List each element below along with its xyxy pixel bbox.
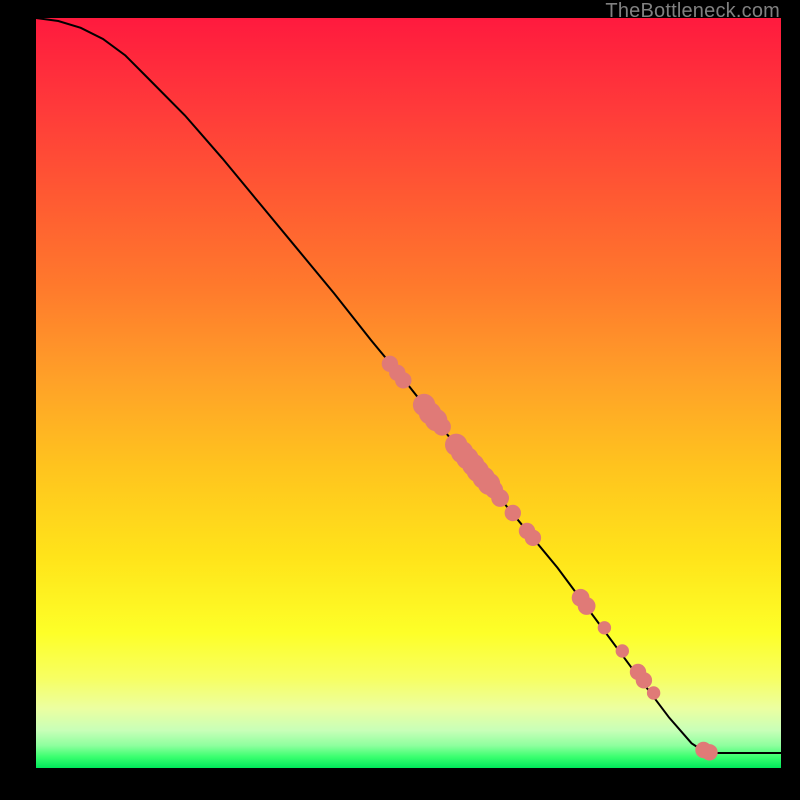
frame-bottom — [0, 768, 800, 800]
marked-point — [491, 489, 509, 507]
marked-point — [505, 505, 521, 521]
plot-area — [36, 18, 781, 768]
frame-left — [0, 0, 36, 800]
marked-point — [701, 744, 717, 760]
chart-svg — [36, 18, 781, 768]
marked-point — [525, 530, 541, 546]
marked-point — [433, 418, 451, 436]
marked-point — [616, 644, 629, 657]
frame-right — [781, 0, 800, 800]
marked-point — [598, 621, 611, 634]
attribution-text: TheBottleneck.com — [605, 0, 780, 23]
marked-point — [647, 686, 660, 699]
marked-point — [636, 672, 652, 688]
chart-stage: TheBottleneck.com — [0, 0, 800, 800]
marked-point — [395, 372, 411, 388]
marked-point — [578, 597, 596, 615]
